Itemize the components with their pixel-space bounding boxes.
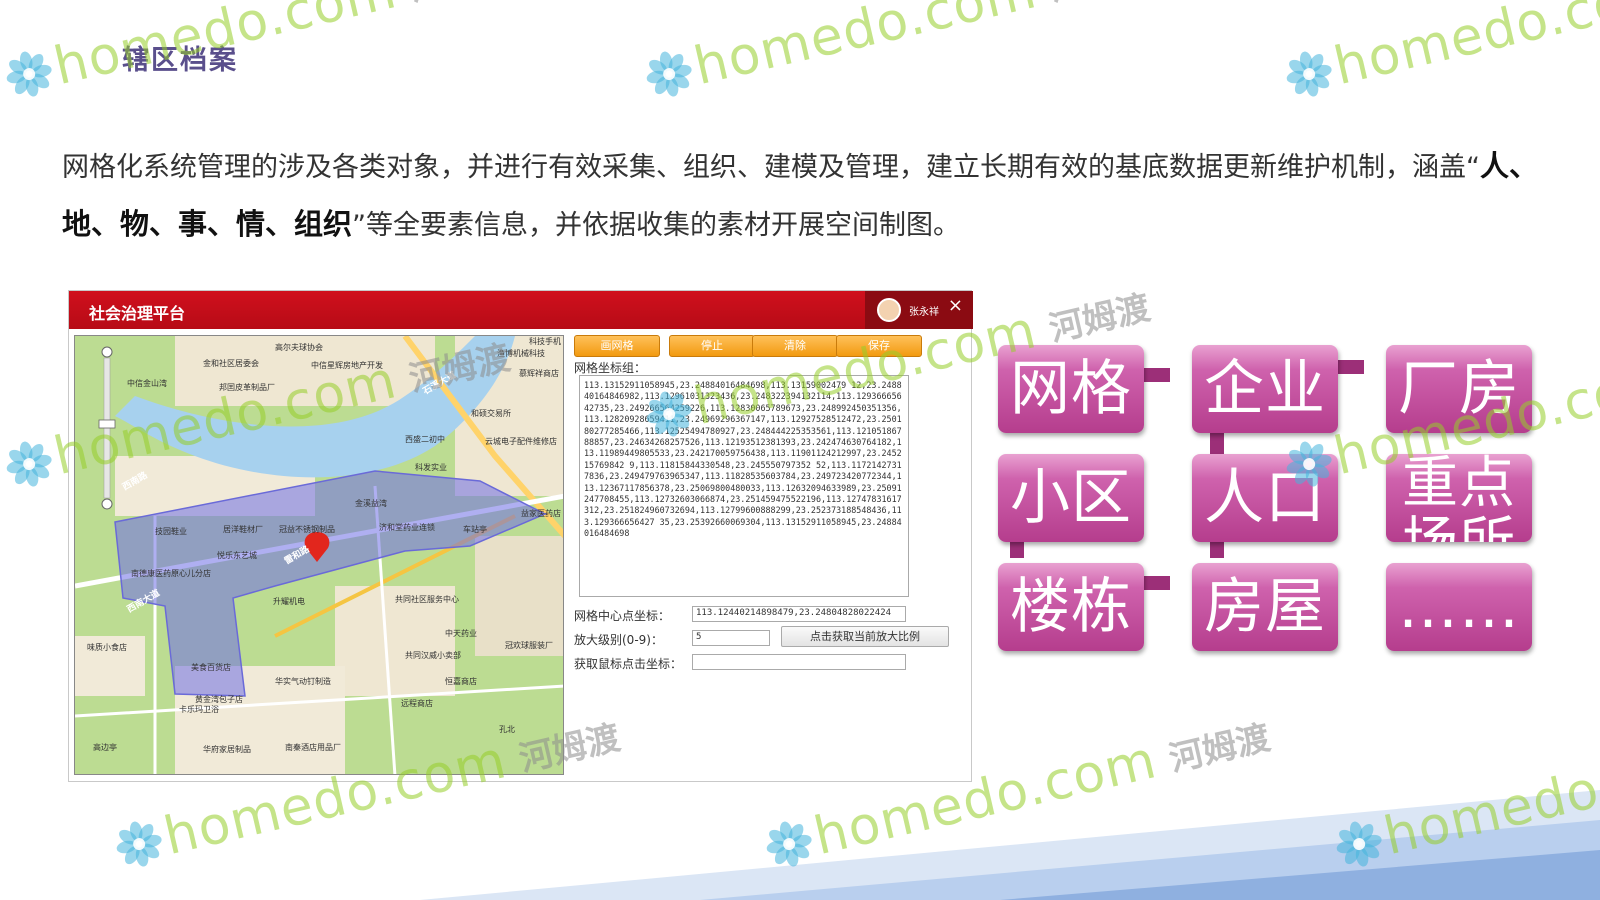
map-label: 冠欢球服装厂 <box>505 641 553 650</box>
watermark: homedo.com河姆渡 <box>1280 0 1600 108</box>
tile-community: 小区 <box>998 454 1144 542</box>
tile-key-places: 重点场所 <box>1386 454 1532 542</box>
grid-coords-textarea[interactable]: 113.13152911058945,23.24884016484698,113… <box>579 375 909 597</box>
map-label: 渔博机械科技 <box>497 349 545 358</box>
flower-logo-icon <box>6 51 52 97</box>
watermark: homedo.com河姆渡 <box>640 0 1155 108</box>
tile-factory: 厂房 <box>1386 345 1532 433</box>
click-coord-input[interactable] <box>692 654 906 670</box>
slide: 辖区档案 网格化系统管理的涉及各类对象，并进行有效采集、组织、建模及管理，建立长… <box>0 0 1600 900</box>
map-label: 升耀机电 <box>273 597 305 606</box>
map-label: 邦囯皮革制品厂 <box>219 383 275 392</box>
app-window: 社会治理平台 张永祥 × 高尔夫球协会 金和社区居委会 中信星辉房地产开发 中信… <box>68 290 973 782</box>
tile-enterprise: 企业 <box>1192 345 1338 433</box>
save-button[interactable]: 保存 <box>836 335 922 357</box>
grid-coords-label: 网格坐标组： <box>574 361 647 375</box>
map-label: 西盛二初中 <box>405 435 445 444</box>
slide-title: 辖区档案 <box>122 45 238 76</box>
control-panel: 画网格 停止 清除 保存 网格坐标组： 113.13152911058945,2… <box>574 335 968 781</box>
map-label: 中天药业 <box>445 629 477 638</box>
map-label: 高边亭 <box>93 743 117 752</box>
map-label: 美食百货店 <box>191 663 231 672</box>
map-label: 华实气动钉制造 <box>275 677 331 686</box>
intro-text-before: 网格化系统管理的涉及各类对象，并进行有效采集、组织、建模及管理，建立长期有效的基… <box>62 152 1480 183</box>
zoom-level-input[interactable]: 5 <box>692 630 770 646</box>
map-label: 居洋鞋材厂 <box>223 525 263 534</box>
map-label: 共同汉威小卖部 <box>405 651 461 660</box>
map-label: 金溪益湾 <box>355 499 387 508</box>
flower-logo-icon <box>6 441 52 487</box>
close-icon[interactable]: × <box>948 295 963 316</box>
get-zoom-button[interactable]: 点击获取当前放大比例 <box>781 626 949 647</box>
watermark-text-cn: 河姆渡 <box>1045 0 1153 9</box>
map-label: 味质小食店 <box>87 643 127 652</box>
bottom-band <box>420 790 1600 900</box>
stop-button[interactable]: 停止 <box>669 335 755 357</box>
map-label: 南秦酒店用品厂 <box>285 743 341 752</box>
map-label: 远程商店 <box>401 699 433 708</box>
map-label: 恒嘉商店 <box>445 677 477 686</box>
map-label: 云城电子配件维修店 <box>485 437 557 446</box>
draw-grid-button[interactable]: 画网格 <box>574 335 660 357</box>
flower-logo-icon <box>1286 51 1332 97</box>
watermark-text-cn: 河姆渡 <box>1045 287 1154 350</box>
map-view[interactable]: 高尔夫球协会金和社区居委会 中信星辉房地产开发中信金山湾 邦囯皮革制品厂 科技手机渔博… <box>74 335 564 775</box>
watermark-text-cn: 河姆渡 <box>405 0 513 9</box>
map-label: 金和社区居委会 <box>203 359 259 368</box>
map-label: 益家医药店 <box>521 509 561 518</box>
avatar[interactable] <box>877 298 901 322</box>
tile-population: 人口 <box>1192 454 1338 542</box>
clear-button[interactable]: 清除 <box>752 335 838 357</box>
map-label: 华府家居制品 <box>203 745 251 754</box>
map-label: 科技手机 <box>529 337 561 346</box>
watermark-text: homedo.com <box>1328 0 1600 98</box>
map-label: 高尔夫球协会 <box>275 343 323 352</box>
map-label: 科发实业 <box>415 463 447 472</box>
map-canvas[interactable] <box>75 336 564 775</box>
click-coord-label: 获取鼠标点击坐标： <box>574 657 683 671</box>
tile-more: …… <box>1386 563 1532 651</box>
map-label: 南德康医药原心儿分店 <box>131 569 211 578</box>
map-label: 济和堂药业连锁 <box>379 523 435 532</box>
watermark: homedo.com河姆渡 <box>0 0 515 108</box>
tile-connector <box>1210 430 1224 456</box>
zoom-level-label: 放大级别(0-9)： <box>574 633 663 647</box>
tile-house: 房屋 <box>1192 563 1338 651</box>
tile-building: 楼栋 <box>998 563 1144 651</box>
map-label: 中信星辉房地产开发 <box>311 361 383 370</box>
app-titlebar: 社会治理平台 张永祥 × <box>69 291 973 329</box>
map-label: 和硕交易所 <box>471 409 511 418</box>
watermark-text-cn: 河姆渡 <box>1165 717 1274 780</box>
map-label: 悦乐东艺城 <box>217 551 257 560</box>
user-name: 张永祥 <box>909 307 939 318</box>
map-label: 慕辉祥商店 <box>519 369 559 378</box>
intro-paragraph: 网格化系统管理的涉及各类对象，并进行有效采集、组织、建模及管理，建立长期有效的基… <box>62 138 1542 254</box>
map-label: 冠益不锈钢制品 <box>279 525 335 534</box>
intro-text-after: ”等全要素信息，并依据收集的素材开展空间制图。 <box>352 210 961 241</box>
map-label: 中信金山湾 <box>127 379 167 388</box>
app-title: 社会治理平台 <box>89 304 186 323</box>
user-area[interactable]: 张永祥 × <box>865 291 973 329</box>
map-label: 卡乐玛卫浴 <box>179 705 219 714</box>
watermark-text: homedo.com <box>688 0 1043 98</box>
map-label: 共同社区服务中心 <box>395 595 459 604</box>
tile-grid: 网格 <box>998 345 1144 433</box>
map-label: 孔北 <box>499 725 515 734</box>
flower-logo-icon <box>646 51 692 97</box>
map-label: 技园鞋业 <box>155 527 187 536</box>
center-coord-label: 网格中心点坐标： <box>574 609 671 623</box>
center-coord-input[interactable]: 113.12440214898479,23.24804828022424 <box>692 606 906 622</box>
map-label: 车站亭 <box>463 525 487 534</box>
